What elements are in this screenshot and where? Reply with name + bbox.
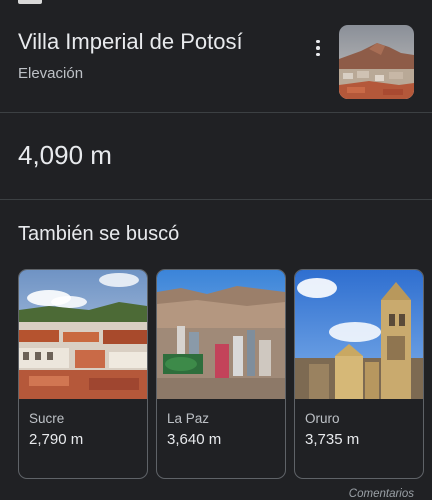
related-card-oruro[interactable]: Oruro 3,735 m [294,269,424,479]
card-city-name: La Paz [167,411,210,426]
related-card-sucre[interactable]: Sucre 2,790 m [18,269,148,479]
elevation-value: 4,090 m [18,140,112,170]
feedback-link[interactable]: Comentarios [349,488,414,500]
oruro-photo [295,270,423,399]
divider [0,199,432,200]
card-city-elevation: 3,735 m [305,431,360,448]
related-heading: También se buscó [18,223,180,245]
card-city-elevation: 2,790 m [29,431,84,448]
card-city-elevation: 3,640 m [167,431,222,448]
panel-header: Villa Imperial de Potosí Elevación [0,12,432,112]
divider [0,112,432,113]
card-image [19,270,147,399]
potosi-photo [339,25,414,99]
top-strip [0,0,432,12]
sucre-photo [19,270,147,399]
more-vert-icon[interactable] [306,36,330,60]
top-chip [18,0,42,4]
card-city-name: Sucre [29,411,65,426]
related-carousel[interactable]: Sucre 2,790 m La Paz 3,640 m Oruro 3,735… [18,269,432,481]
attribute-label: Elevación [18,65,84,82]
card-image [157,270,285,399]
related-card-la-paz[interactable]: La Paz 3,640 m [156,269,286,479]
place-title[interactable]: Villa Imperial de Potosí [18,28,243,56]
place-thumbnail[interactable] [339,25,414,99]
la-paz-photo [157,270,285,399]
card-city-name: Oruro [305,411,340,426]
card-image [295,270,423,399]
knowledge-panel: Villa Imperial de Potosí Elevación 4,090… [0,0,432,500]
